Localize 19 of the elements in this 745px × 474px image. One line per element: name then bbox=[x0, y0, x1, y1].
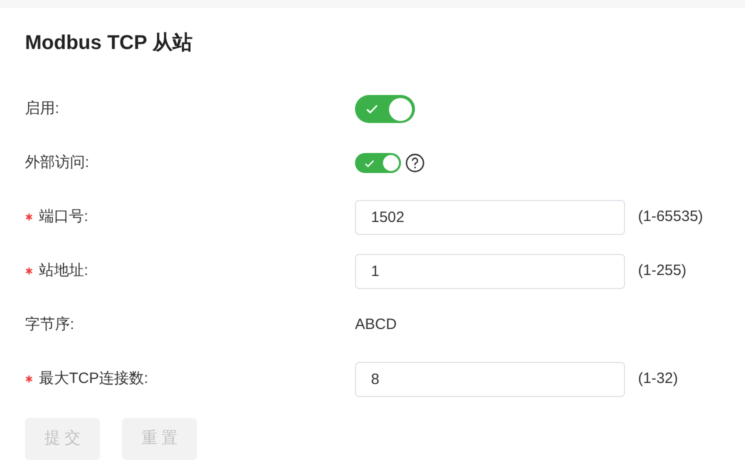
range-hint: (1-255) bbox=[638, 260, 686, 281]
field-label: 外部访问: bbox=[25, 152, 90, 173]
range-hint: (1-32) bbox=[638, 368, 678, 389]
field-value: ABCD bbox=[355, 314, 397, 335]
help-icon[interactable] bbox=[405, 153, 425, 173]
text-input[interactable]: 8 bbox=[355, 362, 625, 396]
text-input[interactable]: 1502 bbox=[355, 200, 625, 234]
text-input[interactable]: 1 bbox=[355, 254, 625, 288]
toggle-switch[interactable] bbox=[355, 95, 415, 123]
field-label: 字节序: bbox=[25, 314, 74, 335]
field-label: 最大TCP连接数: bbox=[39, 368, 148, 389]
toggle-switch[interactable] bbox=[355, 153, 401, 173]
field-label: 启用: bbox=[25, 98, 60, 119]
range-hint: (1-65535) bbox=[638, 206, 704, 227]
field-label: 端口号: bbox=[39, 206, 88, 227]
panel-title: Modbus TCP 从站 bbox=[25, 31, 194, 56]
switch-thumb bbox=[383, 155, 399, 171]
field-label: 站地址: bbox=[39, 260, 88, 281]
switch-thumb bbox=[389, 98, 412, 120]
